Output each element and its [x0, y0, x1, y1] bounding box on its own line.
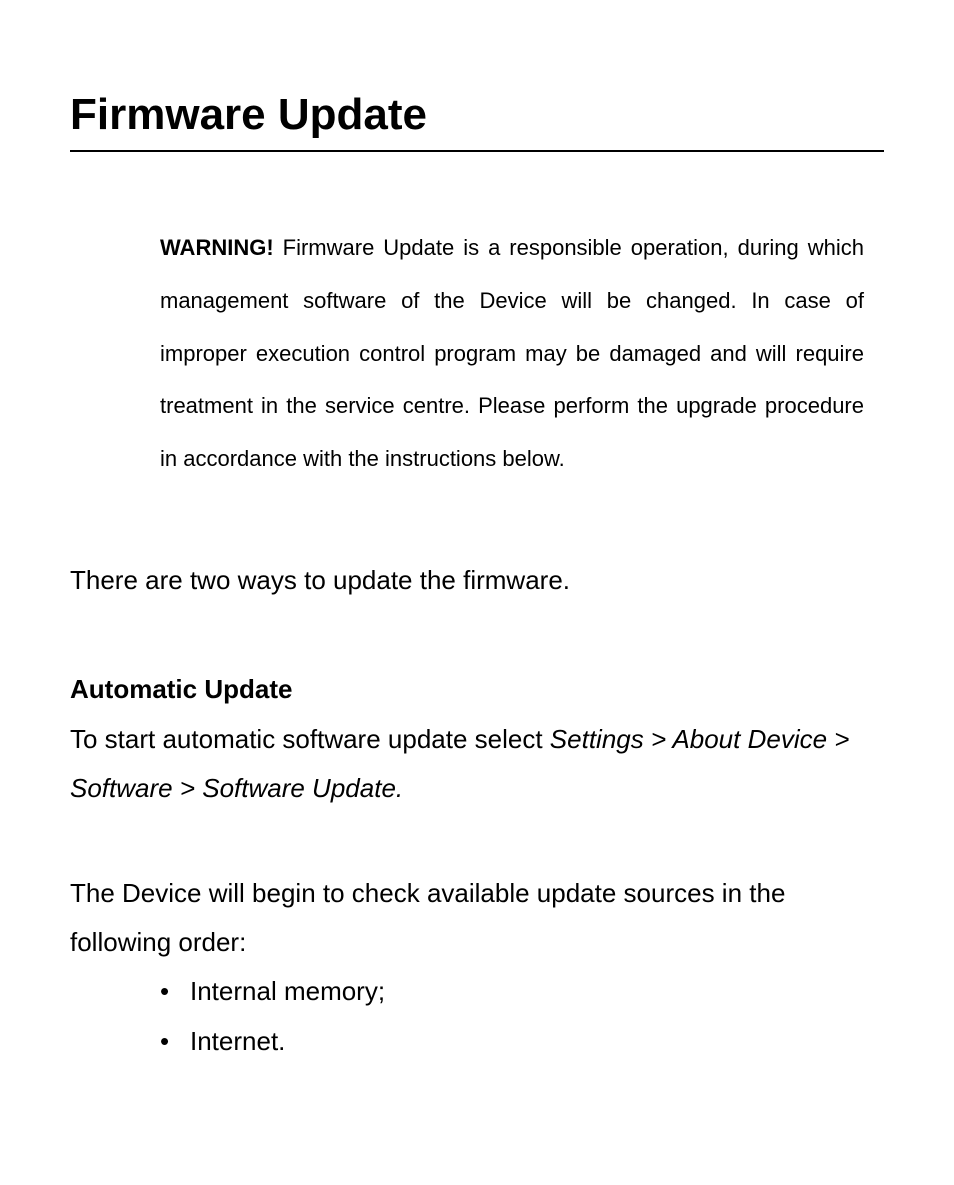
warning-text: Firmware Update is a responsible operati… [160, 235, 864, 471]
page-title: Firmware Update [70, 90, 884, 152]
warning-label: WARNING! [160, 235, 274, 260]
warning-paragraph: WARNING! Firmware Update is a responsibl… [70, 222, 884, 486]
list-item: Internet. [190, 1017, 884, 1066]
section-heading-automatic-update: Automatic Update [70, 665, 884, 714]
automatic-update-instructions: To start automatic software update selec… [70, 715, 884, 814]
intro-text: There are two ways to update the firmwar… [70, 556, 884, 605]
section-lead-text: To start automatic software update selec… [70, 724, 550, 754]
check-sources-text: The Device will begin to check available… [70, 869, 884, 968]
list-item: Internal memory; [190, 967, 884, 1016]
update-sources-list: Internal memory; Internet. [70, 967, 884, 1066]
